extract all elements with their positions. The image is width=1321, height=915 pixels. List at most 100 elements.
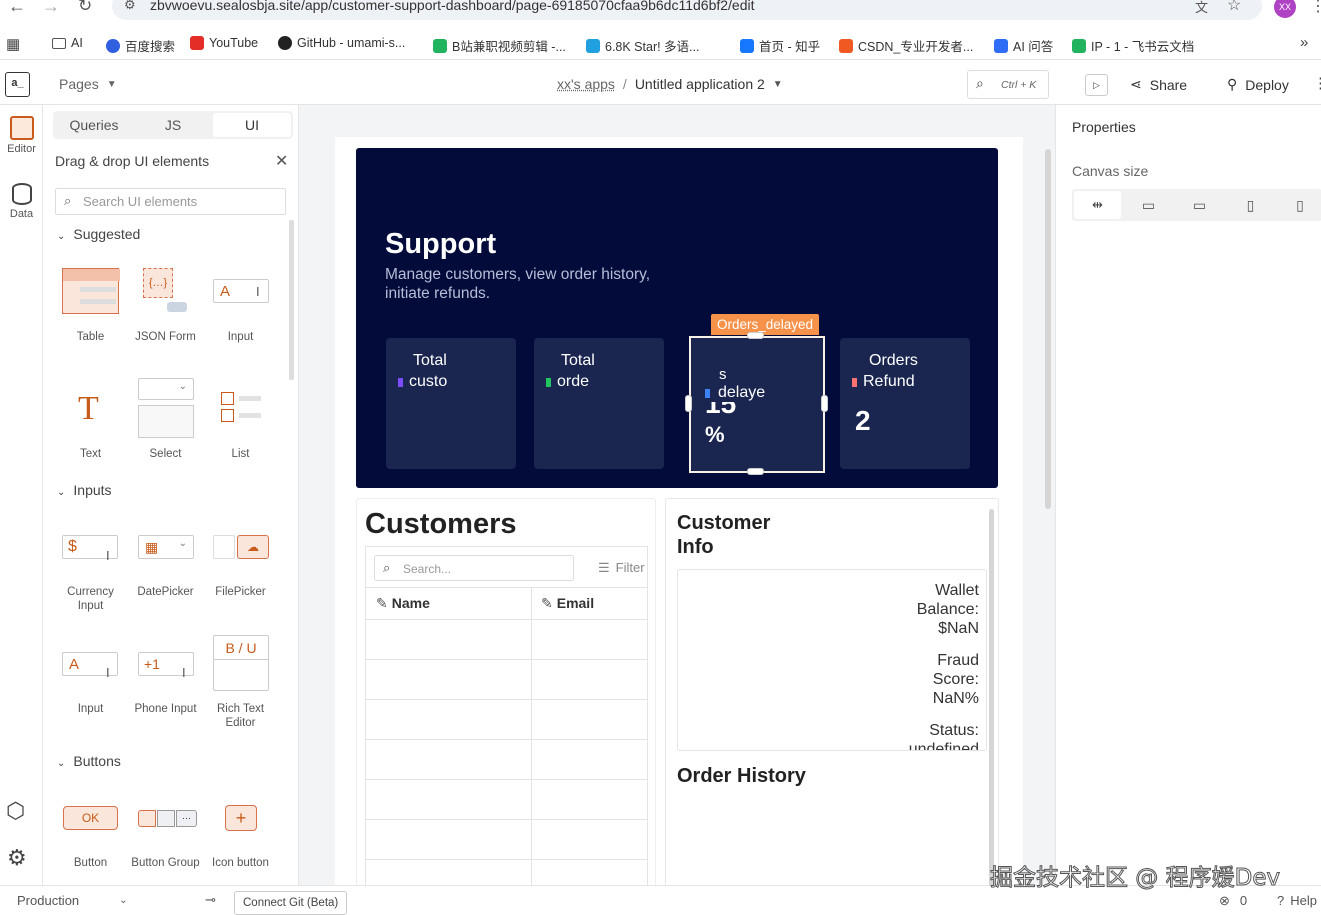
list-widget-icon[interactable] bbox=[221, 392, 263, 424]
widget-datepicker[interactable]: DatePicker bbox=[128, 585, 203, 599]
forward-icon[interactable]: → bbox=[42, 0, 60, 17]
section-buttons[interactable]: ⌄ Buttons bbox=[57, 753, 121, 769]
widget-input[interactable]: Input bbox=[203, 330, 278, 344]
table-row[interactable] bbox=[366, 619, 648, 620]
hero-subtitle[interactable]: Manage customers, view order history, in… bbox=[385, 265, 695, 303]
customers-container[interactable]: Customers ⌕ Search... ☰ Filter ✎ Name ✎ Ema… bbox=[356, 498, 656, 885]
table-row[interactable] bbox=[366, 699, 648, 700]
bookmark-1[interactable]: 百度搜索 bbox=[106, 36, 175, 55]
tablet-landscape-option[interactable]: ▭ bbox=[1176, 191, 1223, 219]
preview-button[interactable]: ▷ bbox=[1085, 74, 1108, 96]
bookmark-5[interactable]: 6.8K Star! 多语... bbox=[586, 36, 699, 55]
widget-list[interactable]: List bbox=[203, 447, 278, 461]
bookmark-star-icon[interactable]: ☆ bbox=[1227, 0, 1241, 15]
widget-currency-input[interactable]: Currency Input bbox=[53, 585, 128, 613]
selected-widget-badge[interactable]: Orders_delayed bbox=[711, 314, 820, 335]
bookmark-7[interactable]: CSDN_专业开发者... bbox=[839, 36, 973, 55]
deploy-button[interactable]: ⚲ Deploy bbox=[1227, 76, 1289, 93]
widget-filepicker[interactable]: FilePicker bbox=[203, 585, 278, 599]
stat-card-customers[interactable]: Total custo bbox=[386, 338, 516, 469]
url-text[interactable]: zbvwoevu.sealosbja.site/app/customer-sup… bbox=[150, 0, 755, 13]
table-widget-icon[interactable] bbox=[62, 268, 120, 314]
widget-phone-input[interactable]: Phone Input bbox=[128, 702, 203, 716]
table-row[interactable] bbox=[366, 659, 648, 660]
bookmark-9[interactable]: IP - 1 - 飞书云文档 bbox=[1072, 36, 1194, 55]
scrollbar-thumb[interactable] bbox=[289, 220, 294, 380]
stat-card-refunds[interactable]: Orders Refund 2 bbox=[840, 338, 970, 469]
resize-handle-bottom[interactable] bbox=[747, 468, 764, 475]
breadcrumb-workspace[interactable]: xx's apps bbox=[557, 76, 615, 92]
datepicker-icon[interactable]: ▦ ⌄ bbox=[138, 535, 194, 559]
text-widget-icon[interactable]: T bbox=[78, 390, 108, 427]
close-icon[interactable]: ✕ bbox=[275, 151, 288, 171]
package-icon[interactable]: ⬡ bbox=[6, 798, 25, 824]
widget-text[interactable]: Text bbox=[53, 447, 128, 461]
site-info-icon[interactable]: ⚙ bbox=[124, 0, 136, 13]
info-scrollbar[interactable] bbox=[989, 509, 994, 885]
bookmark-3[interactable]: GitHub - umami-s... bbox=[278, 36, 405, 50]
table-search-input[interactable]: ⌕ Search... bbox=[374, 555, 574, 581]
json-form-widget-icon[interactable]: {…} bbox=[143, 268, 189, 314]
bookmark-0[interactable]: AI bbox=[52, 36, 83, 50]
input-widget-icon[interactable]: A I bbox=[213, 279, 269, 303]
data-nav[interactable]: Data bbox=[0, 180, 43, 230]
customers-table[interactable]: ⌕ Search... ☰ Filter ✎ Name ✎ Email bbox=[365, 546, 648, 885]
connect-git-button[interactable]: Connect Git (Beta) bbox=[234, 891, 348, 915]
widget-input-2[interactable]: Input bbox=[53, 702, 128, 716]
hero-title[interactable]: Support bbox=[385, 228, 496, 261]
pages-dropdown[interactable]: Pages ▼ bbox=[59, 76, 117, 92]
column-header-email[interactable]: ✎ Email bbox=[541, 595, 594, 612]
app-name[interactable]: Untitled application 2 bbox=[635, 76, 765, 92]
select-widget-icon[interactable]: ⌄ bbox=[138, 378, 194, 438]
fluid-width-option[interactable]: ⇹ bbox=[1074, 191, 1121, 219]
settings-icon[interactable]: ⚙ bbox=[7, 845, 27, 871]
widget-json-form[interactable]: JSON Form bbox=[128, 330, 203, 344]
phone-input-icon[interactable]: +1 I bbox=[138, 652, 194, 680]
apps-grid-icon[interactable]: ▦ bbox=[6, 35, 20, 53]
widget-search-input[interactable]: ⌕ Search UI elements bbox=[55, 188, 286, 215]
widget-button[interactable]: Button bbox=[53, 856, 128, 870]
app-logo[interactable]: a_ bbox=[5, 72, 30, 97]
bookmark-4[interactable]: B站兼职视频剪辑 -... bbox=[433, 36, 566, 55]
customer-info-card[interactable]: Wallet Balance: $NaN Fraud Score: NaN% Sta… bbox=[677, 569, 987, 751]
error-count[interactable]: ⊗ 0 bbox=[1219, 893, 1247, 909]
desktop-option[interactable]: ▭ bbox=[1125, 191, 1172, 219]
hero-container[interactable]: Support Manage customers, view order his… bbox=[356, 148, 998, 488]
canvas-scrollbar[interactable] bbox=[1045, 149, 1051, 509]
stat-card-orders[interactable]: Total orde bbox=[534, 338, 664, 469]
reload-icon[interactable]: ↻ bbox=[78, 0, 92, 16]
translate-icon[interactable]: 文 bbox=[1195, 0, 1208, 16]
bookmark-6[interactable]: 首页 - 知乎 bbox=[740, 36, 820, 55]
back-icon[interactable]: ← bbox=[8, 0, 26, 17]
rich-text-editor-icon[interactable]: B / U bbox=[213, 635, 269, 691]
widget-select[interactable]: Select bbox=[128, 447, 203, 461]
bookmark-8[interactable]: AI 问答 bbox=[994, 36, 1053, 55]
tab-js[interactable]: JS bbox=[134, 113, 212, 137]
button-group-icon[interactable]: ⋯ bbox=[138, 810, 198, 827]
bookmark-2[interactable]: YouTube bbox=[190, 36, 258, 50]
section-suggested[interactable]: ⌄ Suggested bbox=[57, 226, 140, 242]
filter-button[interactable]: ☰ Filter bbox=[598, 560, 645, 576]
tab-ui[interactable]: UI bbox=[213, 113, 291, 137]
tablet-option[interactable]: ▯ bbox=[1227, 191, 1274, 219]
tab-queries[interactable]: Queries bbox=[55, 113, 133, 137]
order-history-title[interactable]: Order History bbox=[677, 765, 806, 788]
widget-button-group[interactable]: Button Group bbox=[128, 856, 203, 870]
filepicker-icon[interactable]: ☁ bbox=[213, 535, 269, 559]
icon-button-icon[interactable]: + bbox=[225, 805, 257, 831]
table-row[interactable] bbox=[366, 779, 648, 780]
profile-avatar[interactable]: XX bbox=[1274, 0, 1296, 18]
omnibar-search-button[interactable]: ⌕ Ctrl + K bbox=[967, 70, 1049, 99]
browser-menu-icon[interactable]: ⋮ bbox=[1310, 0, 1321, 16]
table-row[interactable] bbox=[366, 859, 648, 860]
currency-input-icon[interactable]: $ I bbox=[62, 535, 118, 563]
widget-table[interactable]: Table bbox=[53, 330, 128, 344]
column-header-name[interactable]: ✎ Name bbox=[376, 595, 430, 612]
environment-dropdown[interactable]: Production ⌄ bbox=[17, 893, 128, 908]
chevron-down-icon[interactable]: ▼ bbox=[773, 79, 783, 90]
widget-rich-text-editor[interactable]: Rich Text Editor bbox=[203, 702, 278, 730]
help-button[interactable]: ? Help bbox=[1277, 893, 1321, 908]
share-button[interactable]: ⋖ Share bbox=[1130, 76, 1187, 93]
resize-handle-right[interactable] bbox=[821, 395, 828, 412]
table-row[interactable] bbox=[366, 739, 648, 740]
